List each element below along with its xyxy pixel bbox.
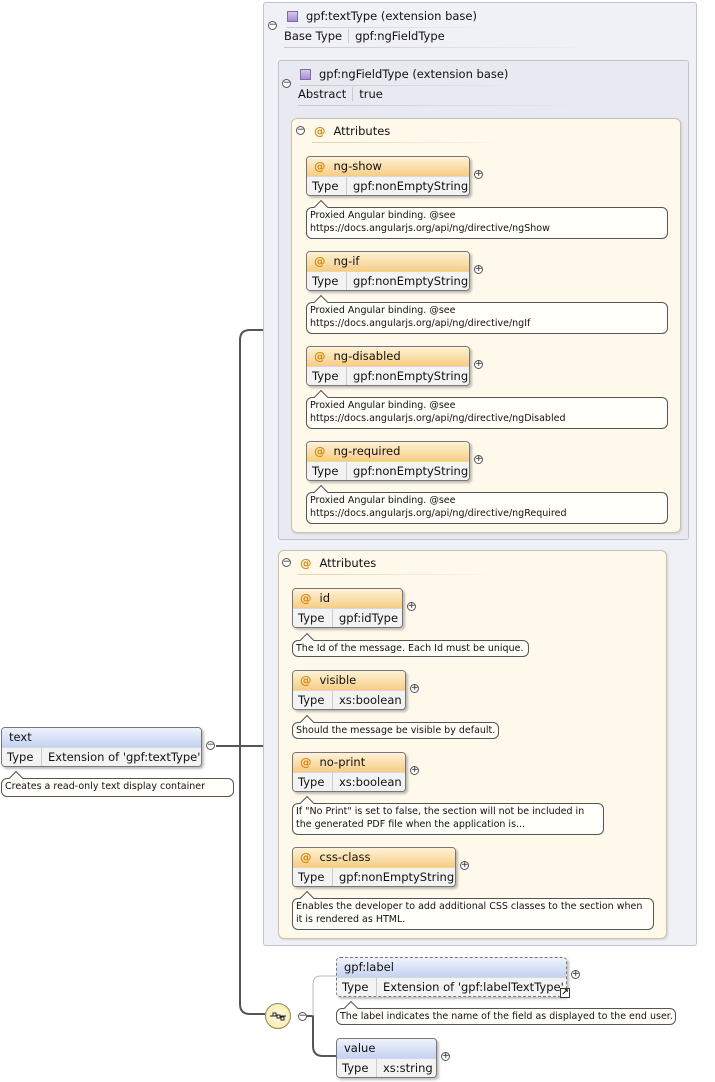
attribute-no-print-expand-toggle[interactable]: + (410, 766, 419, 775)
base-type-property: Base Type gpf:ngFieldType (284, 29, 445, 43)
sequence-collapse-toggle[interactable]: − (298, 1012, 307, 1021)
element-value[interactable]: value Type xs:string (336, 1038, 437, 1078)
attribute-ng-if[interactable]: @ ng-if Type gpf:nonEmptyString (306, 251, 470, 291)
divider (298, 574, 498, 575)
attribute-ng-if-note: Proxied Angular binding. @see https://doc… (306, 302, 668, 334)
text-type-title: gpf:textType (extension base) (287, 9, 477, 23)
outer-attributes-collapse-toggle[interactable]: − (282, 558, 291, 567)
attribute-visible-expand-toggle[interactable]: + (410, 684, 419, 693)
attribute-id[interactable]: @ id Type gpf:idType (292, 588, 403, 628)
attribute-css-class[interactable]: @ css-class Type gpf:nonEmptyString (292, 847, 456, 887)
divider (300, 85, 520, 86)
attribute-id-expand-toggle[interactable]: + (407, 602, 416, 611)
complex-type-icon (300, 69, 311, 80)
attribute-ng-show-note: Proxied Angular binding. @see https://doc… (306, 207, 668, 239)
element-text-collapse-toggle[interactable]: − (206, 741, 215, 750)
inner-attributes-collapse-toggle[interactable]: − (296, 126, 305, 135)
attribute-ng-disabled-note: Proxied Angular binding. @see https://doc… (306, 397, 668, 429)
attribute-no-print[interactable]: @ no-print Type xs:boolean (292, 752, 406, 792)
element-gpf-label-note: The label indicates the name of the fiel… (336, 1008, 676, 1025)
attribute-visible-note: Should the message be visible by default… (292, 722, 499, 739)
attribute-css-class-expand-toggle[interactable]: + (460, 861, 469, 870)
outer-attributes-label: @ Attributes (300, 556, 377, 570)
attribute-ng-show-expand-toggle[interactable]: + (474, 170, 483, 179)
sequence-compositor-icon[interactable] (265, 1003, 291, 1029)
reference-link-icon[interactable]: ↗ (560, 988, 570, 998)
ng-field-type-collapse-toggle[interactable]: − (282, 79, 291, 88)
divider (312, 142, 512, 143)
attribute-ng-required[interactable]: @ ng-required Type gpf:nonEmptyString (306, 441, 470, 481)
divider (284, 47, 594, 48)
attribute-ng-disabled-expand-toggle[interactable]: + (474, 360, 483, 369)
attribute-id-note: The Id of the message. Each Id must be u… (292, 640, 529, 657)
element-gpf-label[interactable]: gpf:label Type Extension of 'gpf:labelTex… (336, 957, 567, 997)
element-text-note: Creates a read-only text display contain… (1, 778, 234, 797)
complex-type-icon (287, 11, 298, 22)
divider (287, 27, 487, 28)
attribute-no-print-note: If "No Print" is set to false, the secti… (292, 803, 604, 835)
abstract-property: Abstract true (298, 87, 383, 101)
element-text[interactable]: text Type Extension of 'gpf:textType' (1, 727, 202, 767)
attribute-ng-if-expand-toggle[interactable]: + (474, 265, 483, 274)
ng-field-type-title: gpf:ngFieldType (extension base) (300, 67, 508, 81)
element-value-expand-toggle[interactable]: + (441, 1052, 450, 1061)
attribute-ng-required-expand-toggle[interactable]: + (474, 455, 483, 464)
divider (298, 105, 588, 106)
sequence-icon (270, 1012, 286, 1021)
attribute-ng-show[interactable]: @ ng-show Type gpf:nonEmptyString (306, 156, 470, 196)
attribute-css-class-note: Enables the developer to add additional … (292, 898, 654, 930)
attribute-ng-required-note: Proxied Angular binding. @see https://doc… (306, 492, 668, 524)
element-gpf-label-expand-toggle[interactable]: + (571, 970, 580, 979)
attribute-visible[interactable]: @ visible Type xs:boolean (292, 670, 406, 710)
text-type-collapse-toggle[interactable]: − (268, 21, 277, 30)
inner-attributes-label: @ Attributes (314, 124, 391, 138)
attribute-ng-disabled[interactable]: @ ng-disabled Type gpf:nonEmptyString (306, 346, 470, 386)
